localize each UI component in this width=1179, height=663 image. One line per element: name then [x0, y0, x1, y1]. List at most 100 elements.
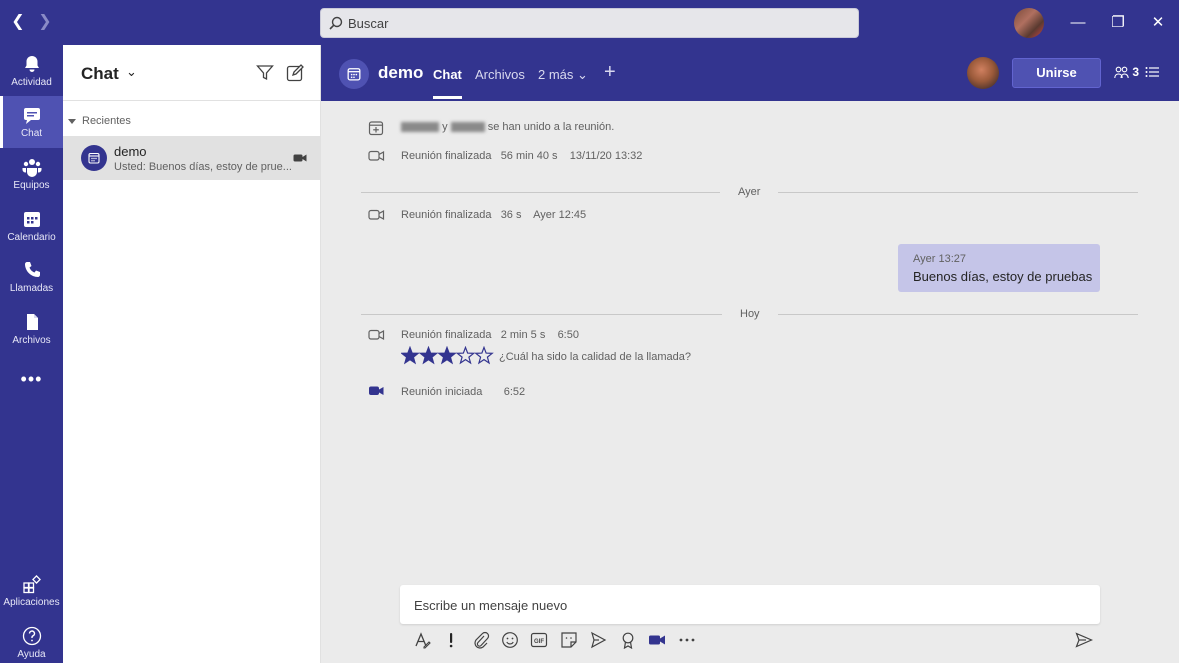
rail-label: Calendario [7, 232, 56, 243]
chat-list-header: Chat ⌄ [63, 45, 320, 101]
caret-down-icon [68, 118, 76, 124]
rail-item-apps[interactable]: Aplicaciones [0, 565, 63, 617]
rail-label: Chat [20, 128, 43, 139]
teams-icon [22, 159, 41, 177]
participants-button[interactable]: 3 [1114, 65, 1139, 79]
gif-icon[interactable]: GIF [530, 631, 548, 649]
meeting-avatar [339, 59, 369, 89]
chevron-down-icon: ⌄ [577, 67, 588, 82]
star-empty-icon[interactable] [455, 346, 476, 365]
rail-label: Actividad [11, 77, 52, 88]
video-camera-icon [293, 154, 307, 162]
event-label: Reunión finalizada [401, 209, 492, 221]
title-bar: ❮ ❯ — ❐ ✕ [0, 0, 1179, 45]
app-rail: Actividad Chat Equipos Calendario Llamad… [0, 45, 63, 663]
conversation-title: demo [378, 63, 424, 82]
message-time: Ayer 13:27 [913, 253, 967, 265]
compose-icon[interactable] [286, 64, 304, 82]
bell-icon [24, 56, 39, 72]
calendar-icon [88, 152, 100, 164]
event-duration: 2 min 5 s [500, 329, 546, 341]
praise-icon[interactable] [619, 631, 637, 649]
star-filled-icon[interactable] [401, 346, 420, 365]
back-arrow-icon[interactable]: ❮ [8, 12, 28, 32]
tab-chat[interactable]: Chat [433, 67, 462, 99]
participant-avatar[interactable] [967, 57, 999, 89]
minimize-icon[interactable]: — [1067, 12, 1089, 34]
meeting-ended-event: Reunión finalizada 36 s Ayer 12:45 [401, 209, 586, 221]
search-input[interactable] [348, 13, 848, 33]
call-quality-rating[interactable] [401, 346, 495, 366]
meeting-started-event: Reunión iniciada 6:52 [401, 386, 525, 398]
join-button[interactable]: Unirse [1012, 58, 1101, 88]
star-empty-icon[interactable] [474, 346, 494, 365]
rail-item-activity[interactable]: Actividad [0, 45, 63, 97]
calendar-icon [23, 212, 40, 227]
message-feed[interactable]: y se han unido a la reunión. Reunión fin… [321, 101, 1179, 663]
chat-list-title[interactable]: Chat [81, 64, 119, 84]
video-camera-icon [368, 209, 385, 221]
chevron-down-icon[interactable]: ⌄ [126, 64, 137, 80]
event-duration: 36 s [500, 209, 522, 221]
chat-list-item[interactable]: demo Usted: Buenos días, estoy de prue..… [63, 136, 320, 180]
tab-more-label: 2 más [538, 67, 574, 82]
participants-joined-event: y se han unido a la reunión. [401, 121, 614, 133]
star-filled-icon[interactable] [437, 346, 457, 365]
recent-section-header[interactable]: Recientes [68, 115, 131, 127]
event-label: Reunión finalizada [401, 150, 492, 162]
rail-item-help[interactable]: Ayuda [0, 617, 63, 663]
list-icon[interactable] [1145, 65, 1159, 79]
rail-item-calendar[interactable]: Calendario [0, 200, 63, 252]
day-divider-label: Hoy [722, 308, 778, 320]
send-icon[interactable] [1075, 631, 1093, 649]
event-time: 6:50 [557, 329, 579, 341]
files-icon [26, 314, 38, 330]
message-bubble[interactable]: Ayer 13:27 Buenos días, estoy de pruebas [898, 244, 1100, 292]
important-icon[interactable] [442, 631, 460, 649]
rail-item-calls[interactable]: Llamadas [0, 251, 63, 303]
joined-suffix: se han unido a la reunión. [487, 121, 615, 133]
event-time: 13/11/20 13:32 [569, 150, 643, 162]
video-camera-filled-icon [369, 386, 384, 395]
joined-conj: y [442, 121, 448, 133]
more-options-icon[interactable] [678, 631, 696, 649]
star-filled-icon[interactable] [418, 346, 439, 365]
filter-icon[interactable] [256, 64, 274, 82]
tab-more[interactable]: 2 más ⌄ [538, 67, 588, 83]
add-tab-icon[interactable]: + [604, 61, 616, 84]
rail-label: Llamadas [9, 283, 54, 294]
more-apps-icon[interactable]: ••• [0, 369, 63, 390]
rail-label: Equipos [13, 180, 50, 191]
restore-icon[interactable]: ❐ [1107, 12, 1129, 34]
rail-label: Ayuda [17, 649, 46, 660]
svg-text:GIF: GIF [534, 639, 544, 645]
message-text: Buenos días, estoy de pruebas [913, 269, 1093, 284]
profile-avatar[interactable] [1014, 8, 1044, 38]
calendar-icon [347, 68, 361, 81]
search-icon [329, 16, 343, 30]
search-box[interactable] [320, 8, 859, 38]
participants-count: 3 [1132, 65, 1140, 79]
redacted-name [401, 122, 439, 133]
rail-item-chat[interactable]: Chat [0, 96, 63, 148]
emoji-icon[interactable] [501, 631, 519, 649]
message-composer[interactable] [400, 585, 1100, 624]
meet-now-icon[interactable] [589, 631, 607, 649]
chat-list-pane: Chat ⌄ Recientes demo Usted: Buenos días… [63, 45, 321, 663]
calendar-join-icon [368, 121, 384, 136]
sticker-icon[interactable] [560, 631, 578, 649]
close-icon[interactable]: ✕ [1147, 12, 1169, 34]
rail-item-files[interactable]: Archivos [0, 303, 63, 355]
conversation-header: demo Chat Archivos 2 más ⌄ + Unirse 3 [321, 45, 1179, 101]
format-icon[interactable] [413, 631, 431, 649]
rail-label: Aplicaciones [3, 597, 60, 608]
forward-arrow-icon[interactable]: ❯ [35, 12, 55, 32]
day-divider-label: Ayer [720, 186, 779, 198]
attach-icon[interactable] [472, 631, 490, 649]
rail-label: Archivos [12, 335, 51, 346]
chat-preview: Usted: Buenos días, estoy de prue... [114, 161, 292, 173]
video-call-icon[interactable] [648, 631, 666, 649]
tab-files[interactable]: Archivos [475, 67, 525, 82]
message-input[interactable] [414, 595, 1084, 615]
rail-item-teams[interactable]: Equipos [0, 148, 63, 200]
